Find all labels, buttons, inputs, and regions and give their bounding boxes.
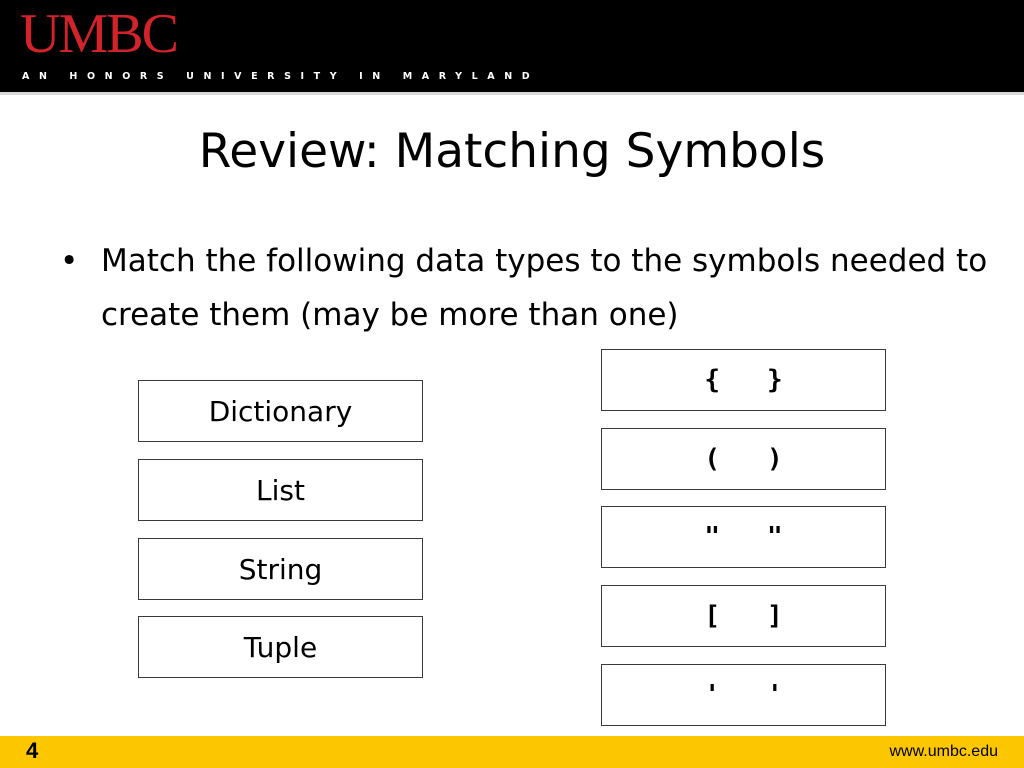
symbol-label: [ ]	[704, 601, 783, 631]
slide-title: Review: Matching Symbols	[198, 124, 826, 179]
symbol-box-single-quotes[interactable]: ' '	[601, 664, 886, 726]
symbol-box-curly-braces[interactable]: { }	[601, 349, 886, 411]
symbol-label: " "	[704, 522, 783, 552]
data-type-label: List	[256, 473, 305, 507]
symbol-label: ( )	[704, 444, 783, 474]
bullet-point: • Match the following data types to the …	[60, 234, 990, 342]
data-type-box-tuple[interactable]: Tuple	[138, 616, 423, 678]
symbol-box-parentheses[interactable]: ( )	[601, 428, 886, 490]
bullet-marker: •	[60, 243, 79, 279]
tagline: AN HONORS UNIVERSITY IN MARYLAND	[22, 71, 540, 82]
data-type-label: Tuple	[243, 630, 318, 664]
data-type-box-list[interactable]: List	[138, 459, 423, 521]
umbc-logo: UMBC	[20, 3, 179, 65]
header-bar: UMBC AN HONORS UNIVERSITY IN MARYLAND	[0, 0, 1024, 95]
data-type-box-string[interactable]: String	[138, 538, 423, 600]
footer-url: www.umbc.edu	[889, 743, 999, 760]
symbol-box-double-quotes[interactable]: " "	[601, 506, 886, 568]
symbol-label: { }	[704, 365, 783, 395]
symbol-label: ' '	[704, 680, 783, 710]
bullet-text: Match the following data types to the sy…	[101, 243, 988, 333]
page-number: 4	[26, 738, 39, 763]
data-type-label: Dictionary	[208, 394, 353, 428]
data-type-box-dictionary[interactable]: Dictionary	[138, 380, 423, 442]
symbol-box-square-brackets[interactable]: [ ]	[601, 585, 886, 647]
footer-bar: 4 www.umbc.edu	[0, 736, 1024, 768]
data-type-label: String	[238, 552, 323, 586]
